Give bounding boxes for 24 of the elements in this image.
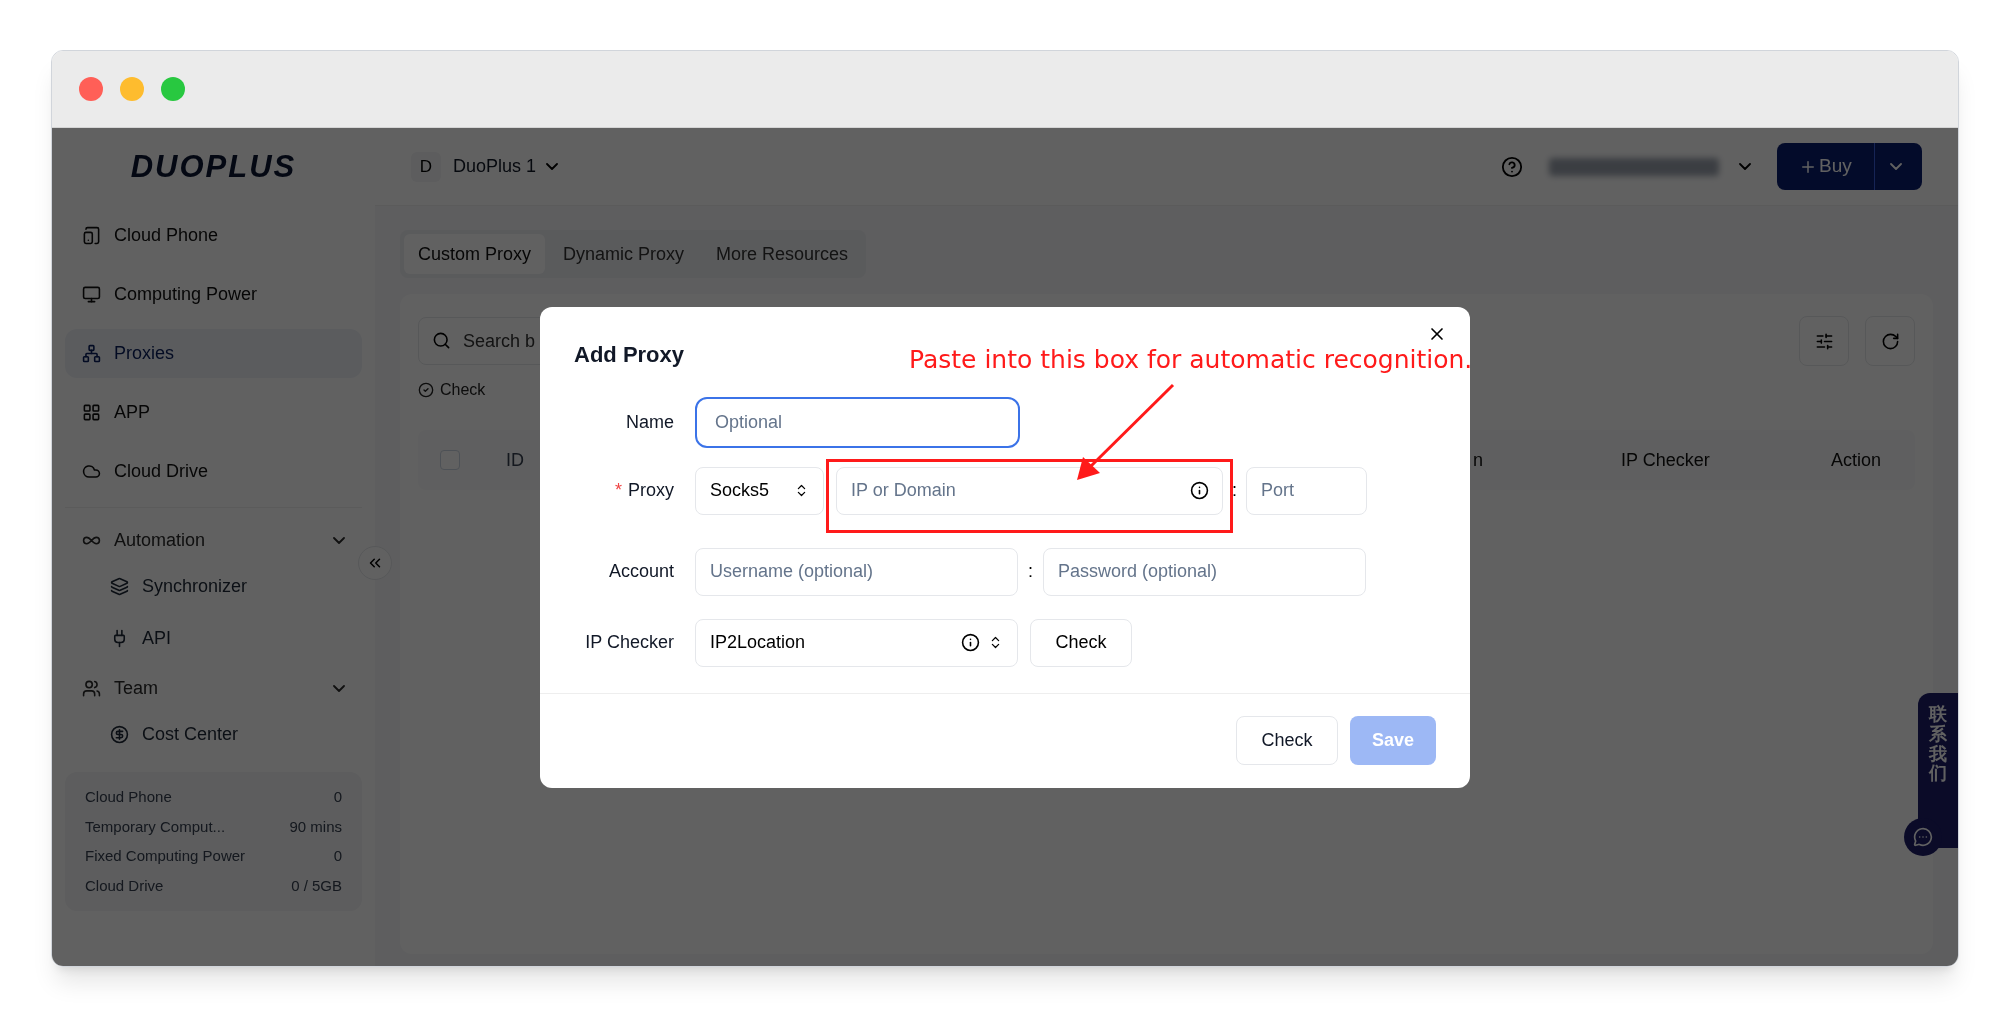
required-mark: * (614, 479, 622, 502)
usage-value: 0 (333, 846, 342, 866)
column-header: Action (1831, 448, 1882, 472)
usage-label: Fixed Computing Power (85, 846, 246, 866)
column-header: IP Checker (1621, 448, 1710, 472)
usage-value: 0 (333, 787, 342, 807)
usage-label: Cloud Phone (85, 787, 172, 807)
usage-value: 0 / 5GB (291, 875, 342, 896)
dialog-title: Add Proxy (574, 341, 685, 367)
field-label: IP Checker (584, 631, 674, 654)
usage-label: Temporary Comput... (85, 816, 226, 837)
buy-label: Buy (1819, 154, 1852, 179)
field-label: Name (625, 410, 674, 434)
field-label: Account (607, 560, 674, 583)
field-label: Proxy (628, 479, 674, 502)
separator: : (1028, 560, 1033, 583)
duoplus-logo: DUOPLUS (130, 147, 297, 186)
usage-value: 90 mins (289, 816, 342, 837)
annotation-text: Paste into this box for automatic recognition. (909, 343, 1473, 376)
usage-label: Cloud Drive (85, 875, 164, 896)
separator: : (1232, 479, 1237, 502)
workspace-avatar: D (411, 151, 441, 182)
column-header: ID (506, 448, 524, 472)
column-header: n (1473, 448, 1483, 472)
